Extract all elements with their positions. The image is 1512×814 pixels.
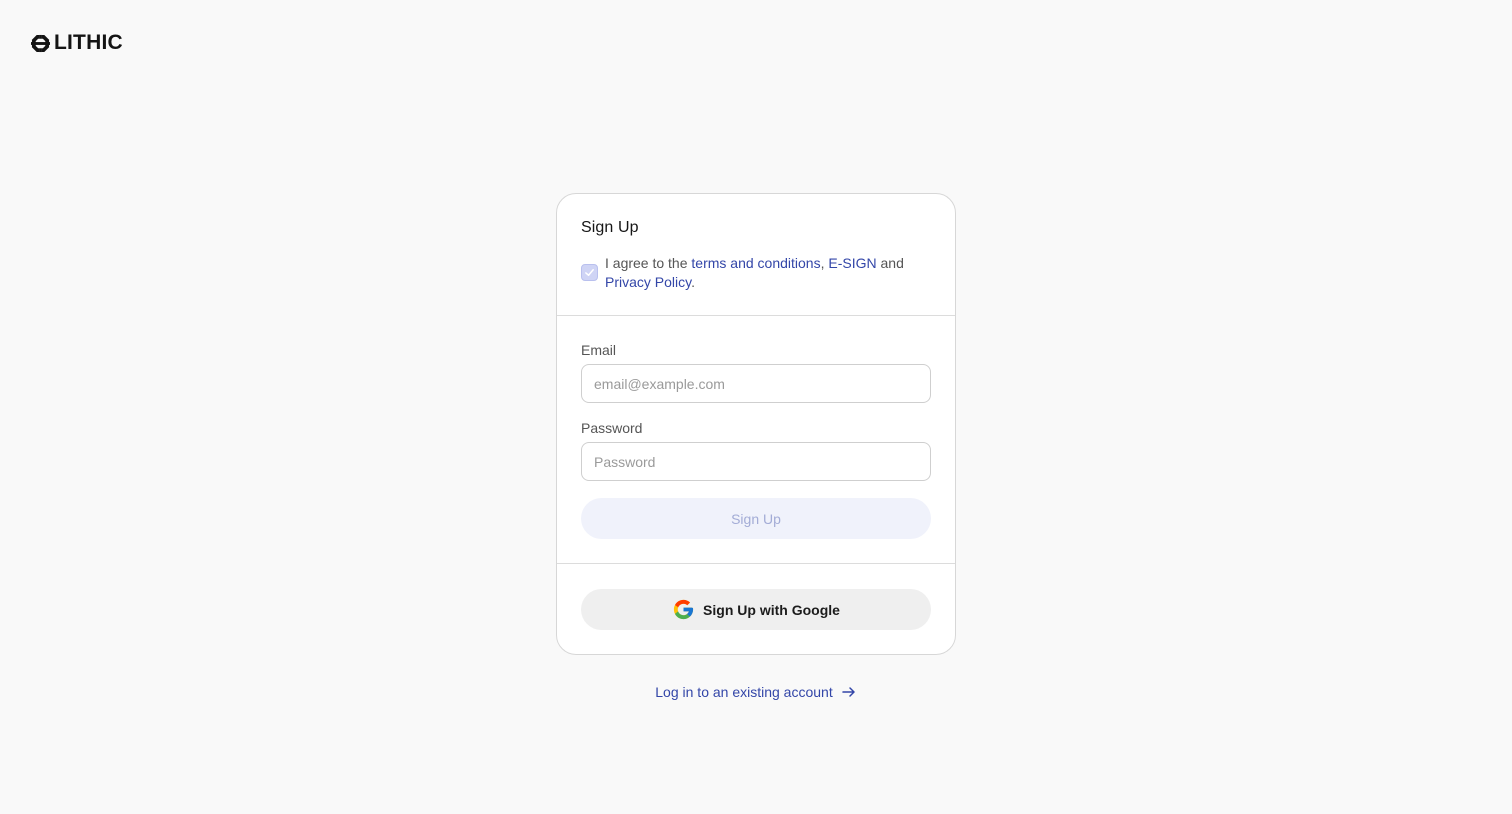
google-icon <box>673 599 694 620</box>
agreement-text: I agree to the terms and conditions, E-S… <box>605 254 925 292</box>
password-input[interactable] <box>581 442 931 481</box>
esign-link[interactable]: E-SIGN <box>828 255 876 271</box>
lithic-mark-icon <box>31 33 50 53</box>
signup-card: Sign Up I agree to the terms and conditi… <box>556 193 956 655</box>
agreement-row: I agree to the terms and conditions, E-S… <box>581 254 931 292</box>
password-field-group: Password <box>581 420 931 481</box>
privacy-policy-link[interactable]: Privacy Policy <box>605 274 691 290</box>
login-link[interactable]: Log in to an existing account <box>655 682 856 702</box>
brand-name: LITHIC <box>54 31 123 54</box>
google-button-label: Sign Up with Google <box>703 601 840 618</box>
agree-prefix: I agree to the <box>605 255 692 271</box>
agreement-section: Sign Up I agree to the terms and conditi… <box>557 194 955 316</box>
email-label: Email <box>581 342 617 358</box>
agree-checkbox[interactable] <box>581 264 598 281</box>
login-link-row: Log in to an existing account <box>0 682 1512 702</box>
credentials-section: Email Password Sign Up <box>557 316 955 564</box>
agree-suffix: . <box>691 274 695 290</box>
agree-and: and <box>876 255 904 271</box>
email-input[interactable] <box>581 364 931 403</box>
signup-title: Sign Up <box>581 219 639 236</box>
signup-button[interactable]: Sign Up <box>581 498 931 539</box>
google-signup-button[interactable]: Sign Up with Google <box>581 589 931 630</box>
email-field-group: Email <box>581 342 931 403</box>
terms-link[interactable]: terms and conditions <box>691 255 820 271</box>
oauth-section: Sign Up with Google <box>557 564 955 630</box>
arrow-right-icon <box>841 687 855 697</box>
brand-logo[interactable]: LITHIC <box>31 32 123 54</box>
password-label: Password <box>581 420 643 436</box>
checkmark-icon <box>585 269 594 276</box>
login-link-label: Log in to an existing account <box>655 684 833 700</box>
